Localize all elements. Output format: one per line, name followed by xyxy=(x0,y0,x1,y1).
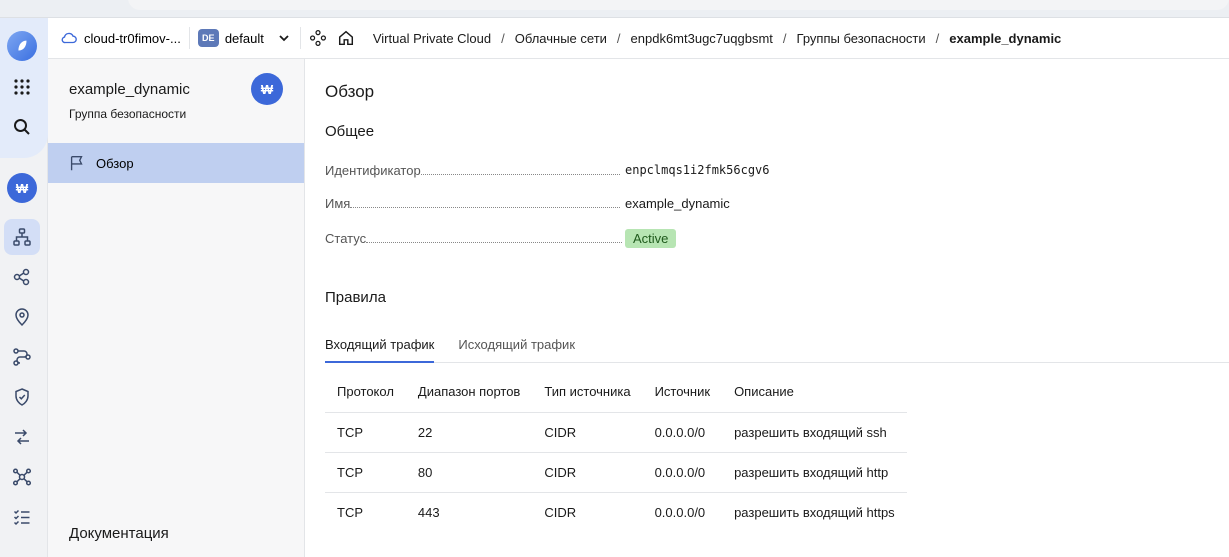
table-row[interactable]: TCP 80 CIDR 0.0.0.0/0 разрешить входящий… xyxy=(325,452,907,493)
cloud-icon xyxy=(61,32,77,44)
folder-selector[interactable]: DE default xyxy=(197,29,292,47)
logo-icon[interactable] xyxy=(4,28,40,64)
breadcrumb-separator: / xyxy=(501,30,505,46)
section-title-rules: Правила xyxy=(325,289,386,306)
cloud-selector[interactable]: cloud-tr0fimov-... xyxy=(60,29,181,47)
address-bar[interactable] xyxy=(128,0,1229,10)
browser-toolbar xyxy=(0,0,1229,18)
apps-grid-icon[interactable] xyxy=(4,69,40,105)
breadcrumb-networks[interactable]: Облачные сети xyxy=(515,31,607,46)
column-header: Тип источника xyxy=(532,372,643,413)
cloud-name: cloud-tr0fimov-... xyxy=(84,30,181,46)
breadcrumb-security-groups[interactable]: Группы безопасности xyxy=(797,31,926,46)
status-badge: Active xyxy=(625,228,677,248)
cell-source: 0.0.0.0/0 xyxy=(654,504,706,520)
service-avatar: ₩ xyxy=(251,73,283,105)
cell-ports: 80 xyxy=(405,452,533,493)
column-header: Протокол xyxy=(325,372,406,413)
cell-source: 0.0.0.0/0 xyxy=(642,412,723,453)
field-status: Статус Active xyxy=(325,228,775,248)
breadcrumb-separator: / xyxy=(935,30,940,46)
dotted-leader xyxy=(420,173,620,175)
divider xyxy=(299,27,301,49)
table-header-row: Протокол Диапазон портов Тип источника И… xyxy=(325,372,907,413)
location-pin-icon[interactable] xyxy=(4,299,40,335)
share-nodes-icon[interactable] xyxy=(4,259,40,295)
cell-protocol: TCP xyxy=(325,452,406,493)
search-icon[interactable] xyxy=(4,109,40,145)
network-icon[interactable] xyxy=(4,219,40,255)
cell-ports: 22 xyxy=(405,412,533,453)
page-title: Обзор xyxy=(325,82,375,101)
column-header: Описание xyxy=(722,372,907,413)
left-rail: ₩ xyxy=(0,18,48,557)
field-id: Идентификатор enpclmqs1i2fmk56cgv6 xyxy=(325,160,775,180)
breadcrumb-separator: / xyxy=(616,30,621,46)
column-header: Диапазон портов xyxy=(405,372,533,413)
home-icon[interactable] xyxy=(337,29,355,47)
field-label: Статус xyxy=(325,230,367,246)
documentation-link[interactable]: Документация xyxy=(69,525,169,542)
folder-name: default xyxy=(224,30,264,46)
transfer-arrows-icon[interactable] xyxy=(4,419,40,455)
breadcrumb-current: example_dynamic xyxy=(949,30,1062,46)
cell-source-type: CIDR xyxy=(544,504,577,520)
cell-protocol: TCP xyxy=(325,412,406,453)
cell-description: разрешить входящий http xyxy=(722,452,907,493)
field-name: Имя example_dynamic xyxy=(325,193,775,213)
tab-inbound[interactable]: Входящий трафик xyxy=(325,333,435,363)
dotted-leader xyxy=(350,206,621,208)
breadcrumb-vpc[interactable]: Virtual Private Cloud xyxy=(373,31,491,46)
dotted-leader xyxy=(366,241,623,243)
rules-table: Протокол Диапазон портов Тип источника И… xyxy=(325,372,907,532)
table-row[interactable]: TCP 443 CIDR 0.0.0.0/0 разрешить входящи… xyxy=(325,492,907,532)
secondary-sidebar: example_dynamic Группа безопасности ₩ Об… xyxy=(48,59,305,557)
top-header: cloud-tr0fimov-... DE default Virtual Pr… xyxy=(48,18,1229,59)
field-value[interactable]: enpclmqs1i2fmk56cgv6 xyxy=(625,163,770,177)
flag-icon xyxy=(70,156,83,171)
shield-icon[interactable] xyxy=(4,379,40,415)
traffic-tabs: Входящий трафик Исходящий трафик xyxy=(325,333,1229,363)
cluster-icon[interactable] xyxy=(4,459,40,495)
field-value: example_dynamic xyxy=(625,195,730,211)
services-icon[interactable] xyxy=(309,29,327,47)
cell-source-type: CIDR xyxy=(532,452,643,493)
cell-description: разрешить входящий ssh xyxy=(722,412,907,453)
resource-title: example_dynamic xyxy=(69,81,190,98)
cell-ports: 443 xyxy=(417,504,440,520)
field-label: Имя xyxy=(325,195,351,211)
sidebar-item-label: Обзор xyxy=(96,155,134,171)
cell-source: 0.0.0.0/0 xyxy=(642,452,723,493)
routes-icon[interactable] xyxy=(4,339,40,375)
breadcrumb-separator: / xyxy=(782,30,787,46)
cell-protocol: TCP xyxy=(337,504,363,520)
field-label: Идентификатор xyxy=(325,162,421,178)
cell-source-type: CIDR xyxy=(532,412,643,453)
table-row[interactable]: TCP 22 CIDR 0.0.0.0/0 разрешить входящий… xyxy=(325,412,907,453)
column-header: Источник xyxy=(642,372,723,413)
sidebar-item-overview[interactable]: Обзор xyxy=(48,143,304,183)
breadcrumb-network-id[interactable]: enpdk6mt3ugc7uqgbsmt xyxy=(631,31,773,46)
avatar[interactable]: ₩ xyxy=(4,170,40,206)
checklist-icon[interactable] xyxy=(4,499,40,535)
main-content: Обзор Общее Идентификатор enpclmqs1i2fmk… xyxy=(305,59,1229,557)
section-title-general: Общее xyxy=(325,123,375,140)
tab-outbound[interactable]: Исходящий трафик xyxy=(458,333,575,363)
chevron-down-icon xyxy=(279,35,289,42)
cell-description: разрешить входящий https xyxy=(734,504,895,520)
divider xyxy=(188,27,190,49)
resource-type: Группа безопасности xyxy=(69,107,187,121)
folder-badge: DE xyxy=(197,29,219,47)
